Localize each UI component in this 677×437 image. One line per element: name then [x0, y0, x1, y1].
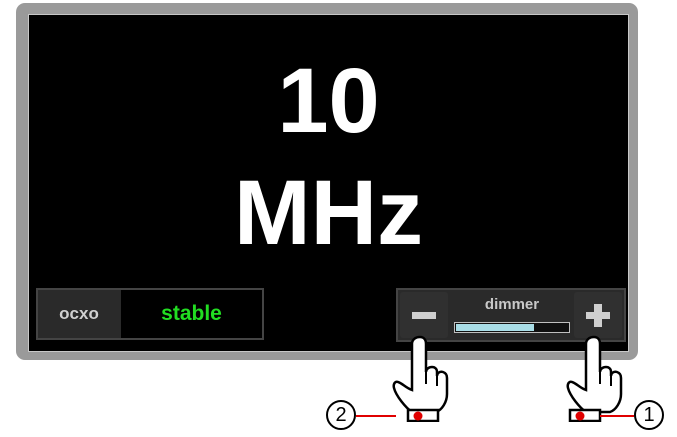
- callout-leader-line: [600, 415, 634, 417]
- ocxo-label: ocxo: [59, 304, 99, 323]
- frequency-value: 10: [277, 50, 380, 152]
- ocxo-panel: ocxo stable: [36, 288, 264, 340]
- pointing-hand-icon: [566, 335, 623, 422]
- dimmer-level-bar: [454, 322, 570, 333]
- dimmer-level-fill: [456, 324, 534, 331]
- ocxo-status: stable: [121, 290, 262, 338]
- frequency-unit: MHz: [233, 162, 424, 264]
- pointing-hand-icon: [392, 335, 449, 422]
- callout-leader-line: [356, 415, 396, 417]
- dimmer-label: dimmer: [484, 296, 540, 313]
- minus-icon: [412, 312, 436, 319]
- step-callout-2: 2: [326, 400, 356, 430]
- step-callout-1: 1: [634, 400, 664, 430]
